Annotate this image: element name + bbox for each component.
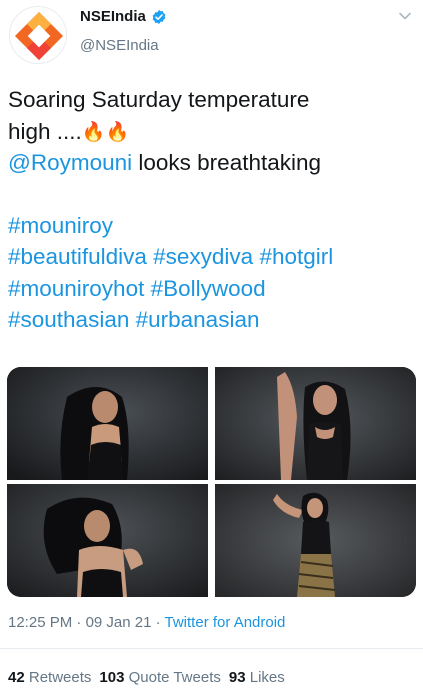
- tweet-line-3: @Roymouni looks breathtaking: [8, 147, 418, 179]
- avatar[interactable]: [9, 6, 67, 64]
- hashtag-link[interactable]: #hotgirl: [259, 244, 333, 269]
- author-name-row[interactable]: NSEIndia: [80, 8, 167, 25]
- mention-link[interactable]: @Roymouni: [8, 150, 132, 175]
- hashtag-link[interactable]: #sexydiva: [153, 244, 253, 269]
- media-photo-2[interactable]: [215, 367, 416, 480]
- verified-badge-icon: [152, 9, 166, 24]
- hashtag-link[interactable]: #mouniroyhot: [8, 276, 144, 301]
- photo-placeholder: [215, 484, 416, 597]
- tweet-stats: 42 Retweets 103 Quote Tweets 93 Likes: [8, 669, 293, 686]
- hashtag-link[interactable]: #Bollywood: [151, 276, 266, 301]
- hashtag-line-3: #mouniroyhot #Bollywood: [8, 273, 418, 305]
- tweet-text: Soaring Saturday temperature high ....🔥🔥…: [8, 84, 418, 336]
- chevron-down-icon[interactable]: [397, 8, 413, 24]
- tweet-line-1: Soaring Saturday temperature: [8, 87, 310, 112]
- likes-count: 93: [228, 669, 246, 686]
- meta-separator: ·: [72, 614, 86, 631]
- media-photo-3[interactable]: [7, 484, 208, 597]
- photo-placeholder: [7, 484, 208, 597]
- quote-tweets-count: 103: [99, 669, 125, 686]
- media-photo-1[interactable]: [7, 367, 208, 480]
- fire-emoji-icon: 🔥🔥: [81, 121, 130, 143]
- hashtag-line-1: #mouniroy: [8, 210, 418, 242]
- tweet-header: NSEIndia @NSEIndia: [0, 0, 423, 70]
- tweet-source-link[interactable]: Twitter for Android: [165, 614, 286, 631]
- meta-separator: ·: [151, 614, 165, 631]
- tweet-metadata: 12:25 PM · 09 Jan 21 · Twitter for Andro…: [8, 614, 285, 631]
- hashtag-link[interactable]: #beautifuldiva: [8, 244, 147, 269]
- quote-tweets-label: Quote Tweets: [128, 669, 221, 686]
- divider: [0, 648, 423, 649]
- photo-placeholder: [7, 367, 208, 480]
- hashtag-line-2: #beautifuldiva #sexydiva #hotgirl: [8, 241, 418, 273]
- display-name[interactable]: NSEIndia: [80, 8, 146, 25]
- likes-label: Likes: [249, 669, 285, 686]
- media-photo-4[interactable]: [215, 484, 416, 597]
- retweets-stat[interactable]: 42 Retweets: [8, 669, 91, 686]
- photo-placeholder: [215, 367, 416, 480]
- tweet-line-2-text: high ....: [8, 118, 82, 144]
- hashtag-link[interactable]: #mouniroy: [8, 213, 113, 238]
- tweet-date[interactable]: 09 Jan 21: [86, 614, 152, 631]
- retweets-count: 42: [8, 669, 25, 686]
- hashtag-link[interactable]: #urbanasian: [136, 307, 260, 332]
- tweet-time[interactable]: 12:25 PM: [8, 614, 72, 631]
- tweet-line-3-text: looks breathtaking: [132, 150, 322, 175]
- hashtag-link[interactable]: #southasian: [8, 307, 129, 332]
- likes-stat[interactable]: 93 Likes: [229, 669, 285, 686]
- hashtag-line-4: #southasian #urbanasian: [8, 304, 418, 336]
- quote-tweets-stat[interactable]: 103 Quote Tweets: [99, 669, 220, 686]
- media-grid: [7, 367, 416, 597]
- author-handle[interactable]: @NSEIndia: [80, 37, 159, 54]
- tweet-line-2: high ....🔥🔥: [8, 116, 418, 148]
- nse-logo-icon: [10, 7, 66, 63]
- retweets-label: Retweets: [28, 669, 92, 686]
